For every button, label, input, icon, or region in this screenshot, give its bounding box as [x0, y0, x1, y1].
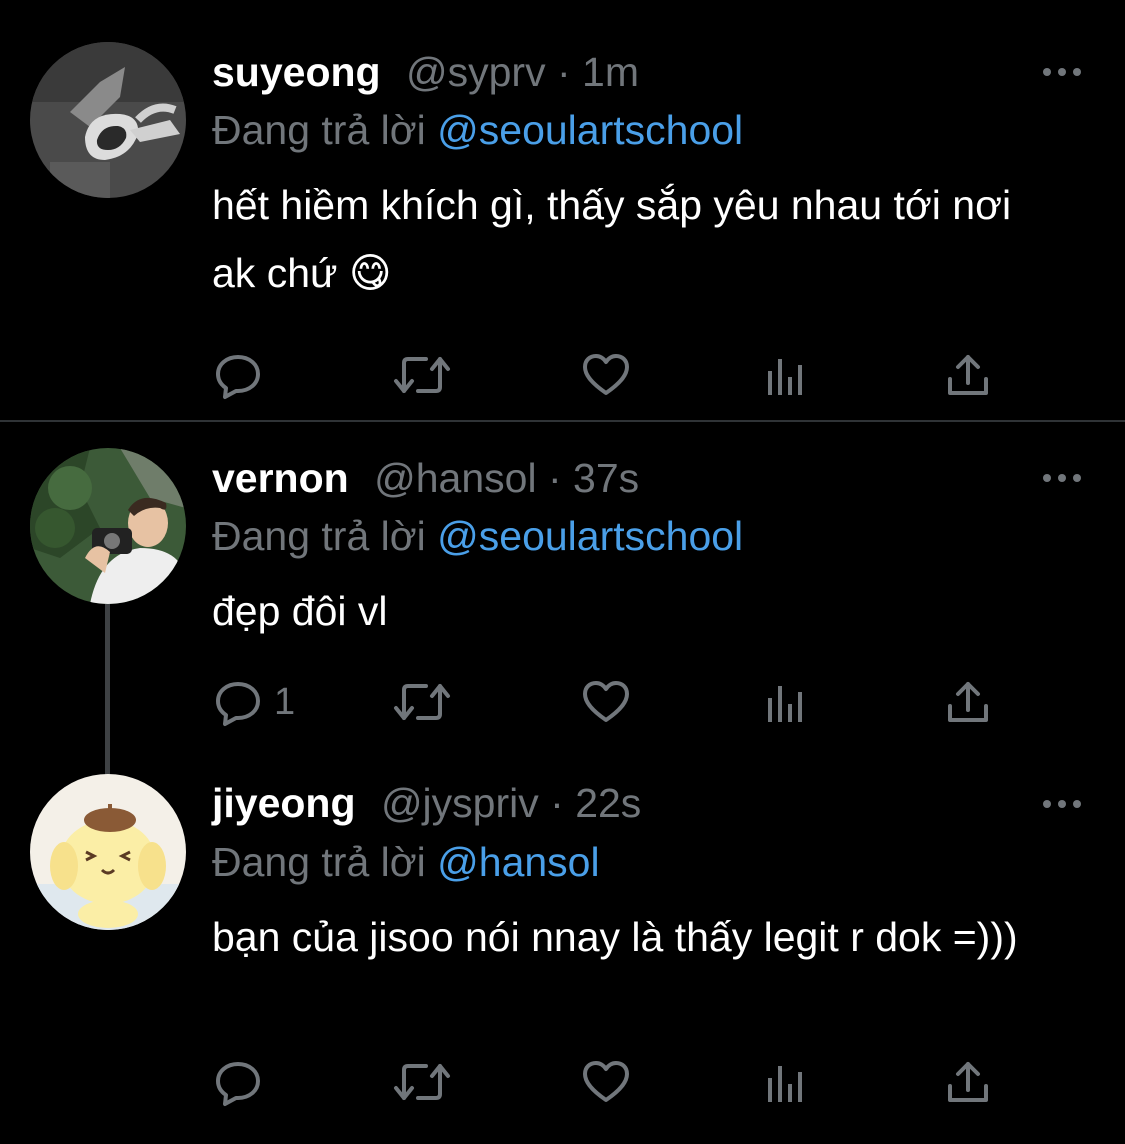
action-bar: 1	[212, 674, 1042, 730]
analytics-icon	[764, 1056, 808, 1108]
tweet-text: đẹp đôi vl	[212, 588, 388, 634]
display-name[interactable]: jiyeong	[212, 780, 356, 826]
mention-link[interactable]: @seoulartschool	[437, 107, 743, 153]
username[interactable]: @syprv	[406, 49, 546, 95]
like-button[interactable]	[580, 1054, 632, 1110]
reply-icon	[212, 676, 264, 728]
share-button[interactable]	[944, 1054, 992, 1110]
tweet-header: vernon @hansol · 37s	[212, 449, 639, 507]
display-name[interactable]: suyeong	[212, 49, 381, 95]
share-icon	[944, 676, 992, 728]
reply-button[interactable]: 1	[212, 674, 295, 730]
replying-to: Đang trả lời @hansol	[212, 833, 600, 891]
mention-link[interactable]: @hansol	[437, 839, 599, 885]
separator-dot: ·	[547, 455, 562, 501]
timestamp[interactable]: 1m	[582, 49, 639, 95]
avatar[interactable]	[30, 448, 186, 604]
replying-label: Đang trả lời	[212, 513, 426, 559]
timestamp[interactable]: 37s	[573, 455, 639, 501]
retweet-icon	[392, 676, 452, 728]
like-button[interactable]	[580, 674, 632, 730]
share-button[interactable]	[944, 674, 992, 730]
tweet-3[interactable]: jiyeong @jyspriv · 22s Đang trả lời @han…	[0, 762, 1125, 1142]
like-button[interactable]	[580, 347, 632, 403]
share-icon	[944, 349, 992, 401]
separator-dot: ·	[556, 49, 571, 95]
reply-icon	[212, 1056, 264, 1108]
avatar[interactable]	[30, 774, 186, 930]
separator-dot: ·	[550, 780, 564, 826]
username[interactable]: @jyspriv	[381, 780, 539, 826]
analytics-icon	[764, 676, 808, 728]
replying-label: Đang trả lời	[212, 839, 426, 885]
like-icon	[580, 1056, 632, 1108]
analytics-button[interactable]	[764, 347, 808, 403]
replying-to: Đang trả lời @seoulartschool	[212, 101, 743, 159]
reply-button[interactable]	[212, 1054, 274, 1110]
share-icon	[944, 1056, 992, 1108]
more-icon[interactable]	[1040, 794, 1084, 814]
replying-label: Đang trả lời	[212, 107, 426, 153]
tweet-text: hết hiềm khích gì, thấy sắp yêu nhau tới…	[212, 182, 1012, 296]
analytics-icon	[764, 349, 808, 401]
action-bar	[212, 1054, 1042, 1110]
analytics-button[interactable]	[764, 674, 808, 730]
action-bar	[212, 347, 1042, 403]
display-name[interactable]: vernon	[212, 455, 349, 501]
more-icon[interactable]	[1040, 62, 1084, 82]
retweet-icon	[392, 1056, 452, 1108]
like-icon	[580, 676, 632, 728]
username[interactable]: @hansol	[374, 455, 536, 501]
retweet-button[interactable]	[392, 1054, 452, 1110]
mention-link[interactable]: @seoulartschool	[437, 513, 743, 559]
tweet-header: jiyeong @jyspriv · 22s	[212, 774, 641, 832]
avatar[interactable]	[30, 42, 186, 198]
like-icon	[580, 349, 632, 401]
share-button[interactable]	[944, 347, 992, 403]
tweet-header: suyeong @syprv · 1m	[212, 43, 639, 101]
tweet-1[interactable]: suyeong @syprv · 1m Đang trả lời @seoula…	[0, 0, 1125, 420]
more-icon[interactable]	[1040, 468, 1084, 488]
retweet-button[interactable]	[392, 347, 452, 403]
analytics-button[interactable]	[764, 1054, 808, 1110]
reply-icon	[212, 349, 264, 401]
reply-count: 1	[274, 680, 296, 723]
tweet-2[interactable]: vernon @hansol · 37s Đang trả lời @seoul…	[0, 422, 1125, 762]
reply-button[interactable]	[212, 347, 274, 403]
tweet-text: bạn của jisoo nói nnay là thấy legit r d…	[212, 914, 1018, 960]
retweet-icon	[392, 349, 452, 401]
timestamp[interactable]: 22s	[575, 780, 641, 826]
replying-to: Đang trả lời @seoulartschool	[212, 507, 743, 565]
retweet-button[interactable]	[392, 674, 452, 730]
